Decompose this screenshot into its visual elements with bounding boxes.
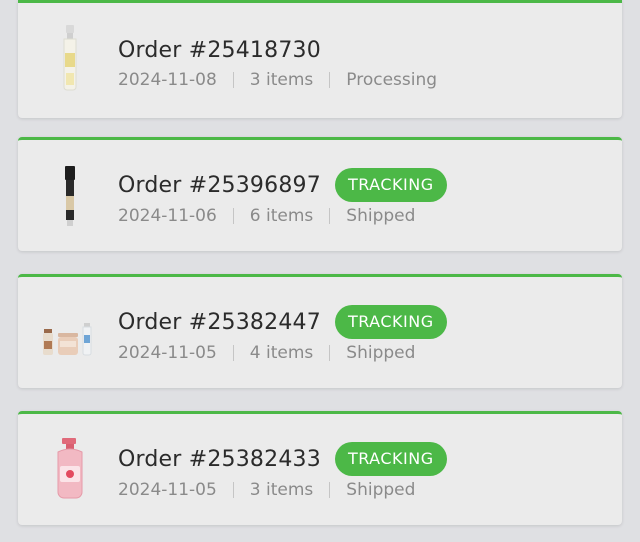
- lotion-bottle-icon: [38, 434, 102, 504]
- order-meta: 2024-11-05 3 items Shipped: [118, 480, 415, 500]
- divider: [232, 208, 234, 224]
- order-date: 2024-11-05: [118, 343, 217, 363]
- order-meta: 2024-11-06 6 items Shipped: [118, 206, 415, 226]
- order-date: 2024-11-06: [118, 206, 217, 226]
- order-meta: 2024-11-05 4 items Shipped: [118, 343, 415, 363]
- order-title-row: Order #25396897 TRACKING: [118, 167, 447, 203]
- order-card[interactable]: Order #25396897 TRACKING 2024-11-06 6 it…: [18, 137, 622, 251]
- divider: [329, 208, 331, 224]
- divider: [232, 345, 234, 361]
- tracking-button[interactable]: TRACKING: [334, 442, 447, 476]
- order-meta: 2024-11-08 3 items Processing: [118, 70, 437, 90]
- skincare-set-icon: [38, 297, 102, 367]
- serum-bottle-icon: [38, 23, 102, 93]
- order-card[interactable]: Order #25382433 TRACKING 2024-11-05 3 it…: [18, 411, 622, 525]
- cream-tube-icon: [38, 160, 102, 230]
- order-date: 2024-11-08: [118, 70, 217, 90]
- order-status: Shipped: [346, 480, 416, 500]
- order-number: Order #25396897: [118, 172, 321, 198]
- order-number: Order #25418730: [118, 37, 321, 63]
- tracking-button[interactable]: TRACKING: [334, 305, 447, 339]
- order-status: Shipped: [346, 343, 416, 363]
- divider: [329, 482, 331, 498]
- divider: [232, 482, 234, 498]
- order-card[interactable]: Order #25382447 TRACKING 2024-11-05 4 it…: [18, 274, 622, 388]
- order-status: Shipped: [346, 206, 416, 226]
- order-number: Order #25382433: [118, 446, 321, 472]
- order-title-row: Order #25418730: [118, 32, 321, 68]
- divider: [232, 72, 234, 88]
- order-item-count: 4 items: [249, 343, 314, 363]
- order-list: Order #25418730 2024-11-08 3 items Proce…: [0, 0, 640, 542]
- order-item-count: 3 items: [249, 480, 314, 500]
- order-item-count: 3 items: [249, 70, 314, 90]
- divider: [329, 345, 331, 361]
- tracking-button[interactable]: TRACKING: [334, 168, 447, 202]
- order-card[interactable]: Order #25418730 2024-11-08 3 items Proce…: [18, 0, 622, 118]
- divider: [329, 72, 331, 88]
- order-item-count: 6 items: [249, 206, 314, 226]
- order-date: 2024-11-05: [118, 480, 217, 500]
- order-title-row: Order #25382447 TRACKING: [118, 304, 447, 340]
- order-title-row: Order #25382433 TRACKING: [118, 441, 447, 477]
- order-status: Processing: [346, 70, 438, 90]
- order-number: Order #25382447: [118, 309, 321, 335]
